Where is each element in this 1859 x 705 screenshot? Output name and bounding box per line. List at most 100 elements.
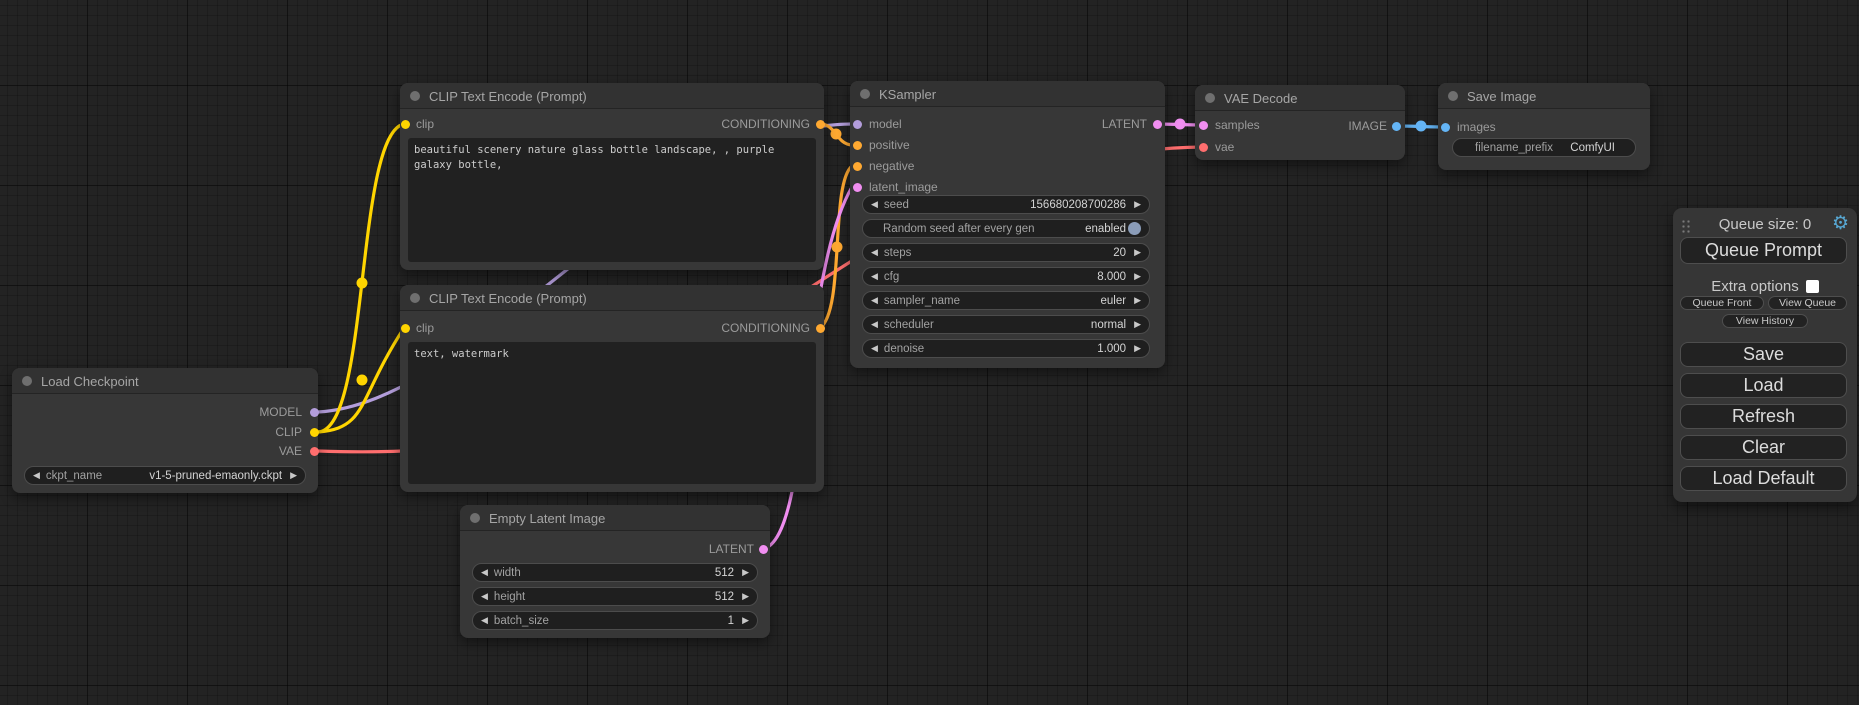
output-slot-conditioning[interactable]	[816, 120, 825, 129]
widget-value: 8.000	[1097, 271, 1126, 283]
widget-label: seed	[884, 199, 909, 211]
decrement-arrow-icon[interactable]: ◀	[871, 320, 878, 329]
extra-options-checkbox[interactable]	[1806, 280, 1819, 293]
decrement-arrow-icon[interactable]: ◀	[481, 616, 488, 625]
extra-options-label: Extra options	[1711, 278, 1799, 295]
node-empty-latent-image[interactable]: Empty Latent Image LATENT ◀ width 512 ▶ …	[460, 505, 770, 638]
input-label-vae: vae	[1215, 140, 1234, 154]
input-slot-vae[interactable]	[1199, 143, 1208, 152]
node-vae-decode[interactable]: VAE Decode samples vae IMAGE	[1195, 85, 1405, 160]
queue-prompt-button[interactable]: Queue Prompt	[1680, 237, 1847, 264]
increment-arrow-icon[interactable]: ▶	[1134, 200, 1141, 209]
input-slot-latent-image[interactable]	[853, 183, 862, 192]
view-history-button[interactable]: View History	[1722, 314, 1808, 328]
node-title-bar[interactable]: Load Checkpoint	[12, 368, 318, 394]
node-collapse-dot[interactable]	[1448, 91, 1458, 101]
output-slot-model[interactable]	[310, 408, 319, 417]
input-slot-positive[interactable]	[853, 141, 862, 150]
widget-ckpt-name[interactable]: ◀ ckpt_name v1-5-pruned-emaonly.ckpt ▶	[24, 466, 306, 485]
positive-prompt-textarea[interactable]: beautiful scenery nature glass bottle la…	[408, 138, 816, 262]
increment-arrow-icon[interactable]: ▶	[1134, 344, 1141, 353]
node-ksampler[interactable]: KSampler model positive negative latent_…	[850, 81, 1165, 368]
node-load-checkpoint[interactable]: Load Checkpoint MODEL CLIP VAE ◀ ckpt_na…	[12, 368, 318, 493]
settings-gear-icon[interactable]: ⚙	[1832, 212, 1849, 235]
node-title-bar[interactable]: CLIP Text Encode (Prompt)	[400, 83, 824, 109]
decrement-arrow-icon[interactable]: ◀	[871, 344, 878, 353]
decrement-arrow-icon[interactable]: ◀	[871, 296, 878, 305]
widget-filename-prefix[interactable]: filename_prefix ComfyUI	[1452, 138, 1636, 157]
output-label-conditioning: CONDITIONING	[721, 117, 810, 131]
increment-arrow-icon[interactable]: ▶	[742, 616, 749, 625]
decrement-arrow-icon[interactable]: ◀	[871, 248, 878, 257]
widget-random-seed[interactable]: Random seed after every gen enabled	[862, 219, 1150, 238]
increment-arrow-icon[interactable]: ▶	[742, 592, 749, 601]
increment-arrow-icon[interactable]: ▶	[1134, 296, 1141, 305]
decrement-arrow-icon[interactable]: ◀	[481, 592, 488, 601]
node-title-bar[interactable]: Save Image	[1438, 83, 1650, 109]
node-clip-text-encode-positive[interactable]: CLIP Text Encode (Prompt) clip CONDITION…	[400, 83, 824, 270]
negative-prompt-textarea[interactable]: text, watermark	[408, 342, 816, 484]
input-slot-model[interactable]	[853, 120, 862, 129]
view-queue-button[interactable]: View Queue	[1768, 296, 1847, 310]
queue-front-button[interactable]: Queue Front	[1680, 296, 1764, 310]
decrement-arrow-icon[interactable]: ◀	[33, 471, 40, 480]
widget-steps[interactable]: ◀ steps 20 ▶	[862, 243, 1150, 262]
input-slot-images[interactable]	[1441, 123, 1450, 132]
decrement-arrow-icon[interactable]: ◀	[481, 568, 488, 577]
increment-arrow-icon[interactable]: ▶	[1134, 272, 1141, 281]
output-slot-conditioning[interactable]	[816, 324, 825, 333]
graph-canvas[interactable]: Load Checkpoint MODEL CLIP VAE ◀ ckpt_na…	[0, 0, 1859, 705]
output-slot-vae[interactable]	[310, 447, 319, 456]
output-slot-clip[interactable]	[310, 428, 319, 437]
output-label-image: IMAGE	[1348, 119, 1387, 133]
save-button[interactable]: Save	[1680, 342, 1847, 367]
output-label-conditioning: CONDITIONING	[721, 321, 810, 335]
widget-value: enabled	[1085, 223, 1126, 235]
widget-width[interactable]: ◀ width 512 ▶	[472, 563, 758, 582]
input-slot-negative[interactable]	[853, 162, 862, 171]
input-slot-clip[interactable]	[401, 324, 410, 333]
link-midpoint-dot	[1175, 119, 1186, 130]
widget-batch-size[interactable]: ◀ batch_size 1 ▶	[472, 611, 758, 630]
input-slot-clip[interactable]	[401, 120, 410, 129]
node-title-bar[interactable]: KSampler	[850, 81, 1165, 107]
clear-button[interactable]: Clear	[1680, 435, 1847, 460]
input-label-samples: samples	[1215, 118, 1260, 132]
load-default-button[interactable]: Load Default	[1680, 466, 1847, 491]
node-save-image[interactable]: Save Image images filename_prefix ComfyU…	[1438, 83, 1650, 170]
widget-seed[interactable]: ◀ seed 156680208700286 ▶	[862, 195, 1150, 214]
widget-cfg[interactable]: ◀ cfg 8.000 ▶	[862, 267, 1150, 286]
widget-value: 512	[715, 567, 734, 579]
increment-arrow-icon[interactable]: ▶	[290, 471, 297, 480]
widget-label: cfg	[884, 271, 899, 283]
random-seed-toggle[interactable]	[1128, 222, 1141, 235]
node-title: Empty Latent Image	[489, 511, 605, 526]
node-collapse-dot[interactable]	[410, 293, 420, 303]
load-button[interactable]: Load	[1680, 373, 1847, 398]
widget-height[interactable]: ◀ height 512 ▶	[472, 587, 758, 606]
refresh-button[interactable]: Refresh	[1680, 404, 1847, 429]
input-slot-samples[interactable]	[1199, 121, 1208, 130]
output-label-vae: VAE	[279, 444, 302, 458]
output-slot-image[interactable]	[1392, 122, 1401, 131]
widget-scheduler[interactable]: ◀ scheduler normal ▶	[862, 315, 1150, 334]
node-title-bar[interactable]: CLIP Text Encode (Prompt)	[400, 285, 824, 311]
node-title-bar[interactable]: VAE Decode	[1195, 85, 1405, 111]
increment-arrow-icon[interactable]: ▶	[742, 568, 749, 577]
node-collapse-dot[interactable]	[1205, 93, 1215, 103]
decrement-arrow-icon[interactable]: ◀	[871, 272, 878, 281]
decrement-arrow-icon[interactable]: ◀	[871, 200, 878, 209]
node-clip-text-encode-negative[interactable]: CLIP Text Encode (Prompt) clip CONDITION…	[400, 285, 824, 492]
node-collapse-dot[interactable]	[860, 89, 870, 99]
node-collapse-dot[interactable]	[470, 513, 480, 523]
increment-arrow-icon[interactable]: ▶	[1134, 320, 1141, 329]
output-slot-latent[interactable]	[759, 545, 768, 554]
node-title-bar[interactable]: Empty Latent Image	[460, 505, 770, 531]
widget-sampler-name[interactable]: ◀ sampler_name euler ▶	[862, 291, 1150, 310]
increment-arrow-icon[interactable]: ▶	[1134, 248, 1141, 257]
output-slot-latent[interactable]	[1153, 120, 1162, 129]
node-collapse-dot[interactable]	[410, 91, 420, 101]
node-collapse-dot[interactable]	[22, 376, 32, 386]
input-label-images: images	[1457, 120, 1496, 134]
widget-denoise[interactable]: ◀ denoise 1.000 ▶	[862, 339, 1150, 358]
